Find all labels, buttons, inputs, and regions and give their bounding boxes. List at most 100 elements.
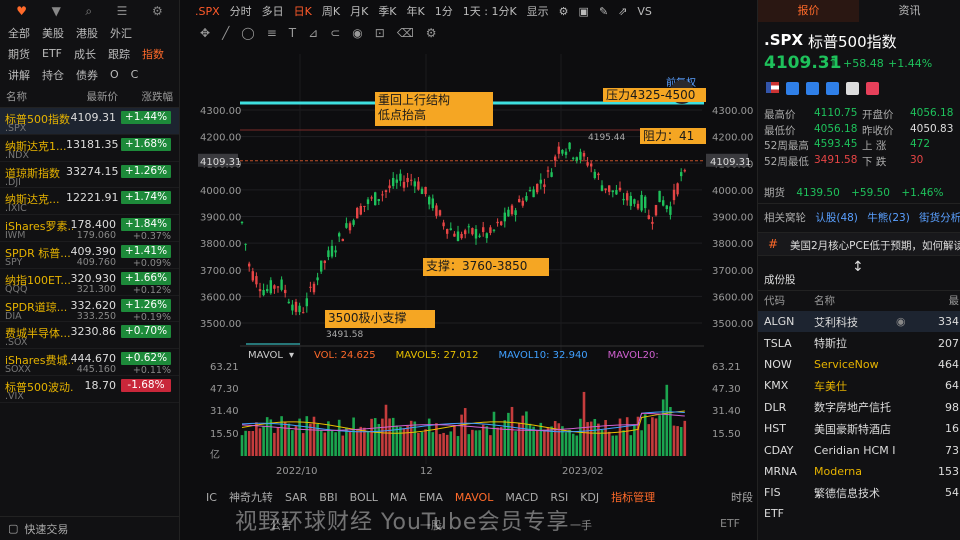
watchlist-row[interactable]: iShares罗素... IWM 178.400 +1.84% 179.060 +0.37… — [0, 215, 179, 242]
indicator-tab[interactable]: MAVOL — [449, 491, 499, 504]
cs-val-head[interactable]: 最 — [949, 293, 960, 308]
share-icon[interactable]: ⇗ — [613, 5, 632, 18]
watchlist-tab[interactable]: 期货 — [2, 43, 36, 65]
list-icon[interactable]: ☰ — [117, 4, 128, 18]
watchlist-tab[interactable]: O — [104, 65, 125, 84]
watchlist-row[interactable]: 纳斯达克1... .NDX 13181.35 +1.68% — [0, 135, 179, 162]
annotation-min-support[interactable]: 3500极小支撑 — [325, 310, 435, 328]
component-row[interactable]: NOW ServiceNow 464 — [758, 354, 960, 375]
indicator-tab[interactable]: 神奇九转 — [223, 489, 279, 505]
cs-code-head[interactable]: 代码 — [758, 293, 814, 308]
eye-icon[interactable]: ◉ — [352, 26, 362, 40]
watchlist-row[interactable]: 道琼斯指数 .DJI 33274.15 +1.26% — [0, 162, 179, 189]
component-row[interactable]: DLR 数字房地产信托 98 — [758, 397, 960, 418]
fib-tool-icon[interactable]: ≡ — [267, 26, 277, 40]
crosshair-icon[interactable]: ✥ — [200, 26, 210, 40]
related-cbbc-link[interactable]: 牛熊(23) — [867, 212, 910, 224]
search-icon[interactable]: ⌕ — [85, 4, 92, 19]
filter-icon[interactable]: ▼ — [52, 4, 61, 18]
watchlist-tab[interactable]: 持仓 — [36, 64, 70, 86]
watchlist-row[interactable]: SPDR 标普... SPY 409.390 +1.41% 409.760 +0.09% — [0, 242, 179, 269]
pencil-icon[interactable]: ✎ — [594, 5, 613, 18]
trash-icon[interactable]: ⌫ — [397, 26, 414, 40]
heart-icon[interactable]: ♥ — [16, 4, 27, 18]
watchlist-row[interactable]: iShares费城... SOXX 444.670 +0.62% 445.160 +0.1… — [0, 349, 179, 376]
lock-icon[interactable]: ⊡ — [375, 26, 385, 40]
futures-row[interactable]: 期货 4139.50 +59.50 +1.46% — [764, 185, 943, 200]
indicator-tab[interactable]: BOLL — [344, 491, 384, 504]
watchlist-row[interactable]: 标普500指数 .SPX 4109.31 +1.44% — [0, 108, 179, 135]
watchlist-tab[interactable]: ETF — [36, 44, 68, 63]
etf-row[interactable]: ETF — [758, 504, 960, 524]
watchlist-tab[interactable]: 指数 — [136, 43, 170, 65]
indicator-tab[interactable]: BBI — [313, 491, 343, 504]
component-row[interactable]: ALGN 艾利科技 ◉ 334 — [758, 311, 960, 333]
watchlist-row[interactable]: 纳斯达克... .IXIC 12221.91 +1.74% — [0, 188, 179, 216]
settings-icon[interactable]: ⚙ — [152, 4, 163, 18]
component-row[interactable]: FIS 繁德信息技术 54 — [758, 482, 960, 503]
component-row[interactable]: CDAY Ceridian HCM I 73 — [758, 439, 960, 460]
toolbar-item[interactable]: 年K — [402, 3, 430, 19]
camera-icon[interactable]: ▣ — [574, 5, 594, 18]
indicator-tab[interactable]: IC — [200, 491, 223, 504]
component-row[interactable]: MRNA Moderna 153 — [758, 461, 960, 482]
annotation-pressure[interactable]: 压力4325-4500 — [603, 88, 706, 102]
gear-icon[interactable]: ⚙ — [554, 5, 574, 18]
app-icon-1[interactable] — [786, 82, 799, 95]
volume-indicator-name[interactable]: MAVOL — [248, 350, 283, 361]
component-row[interactable]: TSLA 特斯拉 207 — [758, 332, 960, 353]
chevron-down-icon[interactable]: ▾ — [289, 350, 294, 361]
annotation-resistance[interactable]: 阻力：41 — [640, 128, 706, 144]
watchlist-tab[interactable]: 全部 — [2, 22, 36, 44]
related-street-link[interactable]: 街货分析 — [919, 212, 960, 224]
annotation-support[interactable]: 支撑：3760-3850 — [423, 258, 549, 276]
indicator-tab[interactable]: SAR — [279, 491, 313, 504]
shape-tool-icon[interactable]: ◯ — [241, 26, 254, 40]
col-name[interactable]: 名称 — [6, 89, 27, 104]
toolbar-item[interactable]: 1天 : 1分K — [458, 3, 522, 19]
related-warrants-link[interactable]: 认股(48) — [815, 212, 858, 224]
indicator-tab[interactable]: EMA — [413, 491, 449, 504]
quick-trade-label[interactable]: 快速交易 — [24, 521, 68, 537]
line-tool-icon[interactable]: ╱ — [222, 26, 229, 40]
watchlist-tab[interactable]: 外汇 — [104, 22, 138, 44]
favorite-icon[interactable] — [866, 82, 879, 95]
col-change[interactable]: 涨跌幅 — [142, 89, 174, 104]
indicator-tab[interactable]: MA — [384, 491, 413, 504]
toolbar-item[interactable]: 分时 — [225, 3, 257, 19]
cs-name-head[interactable]: 名称 — [814, 293, 914, 308]
toolbar-item[interactable]: 日K — [289, 3, 317, 19]
eye-icon[interactable]: ◉ — [896, 315, 906, 328]
settings-icon[interactable]: ⚙ — [426, 26, 437, 40]
news-banner[interactable]: # 美国2月核心PCE低于预期，如何解读 — [758, 232, 960, 256]
ruler-icon[interactable]: ⊿ — [308, 26, 318, 40]
text-tool-icon[interactable]: T — [289, 26, 296, 40]
toolbar-item[interactable]: .SPX — [190, 5, 225, 18]
app-icon-2[interactable] — [806, 82, 819, 95]
toolbar-item[interactable]: 季K — [373, 3, 401, 19]
app-icon-3[interactable] — [826, 82, 839, 95]
vs-button[interactable]: VS — [632, 5, 657, 18]
status-item[interactable]: ETF — [720, 517, 740, 533]
toolbar-item[interactable]: 周K — [317, 3, 345, 19]
indicator-tab[interactable]: RSI — [544, 491, 574, 504]
indicator-tab[interactable]: MACD — [499, 491, 544, 504]
toolbar-item[interactable]: 多日 — [257, 3, 289, 19]
tab-news[interactable]: 资讯 — [859, 0, 960, 22]
watchlist-tab[interactable]: 成长 — [68, 43, 102, 65]
toolbar-item[interactable]: 1分 — [430, 3, 458, 19]
news-text[interactable]: 美国2月核心PCE低于预期，如何解读 — [790, 238, 960, 253]
col-price[interactable]: 最新价 — [87, 89, 119, 104]
watchlist-row[interactable]: SPDR道琼... DIA 332.620 +1.26% 333.250 +0.19% — [0, 296, 179, 323]
watchlist-tab[interactable]: 讲解 — [2, 64, 36, 86]
toolbar-item[interactable]: 显示 — [522, 3, 554, 19]
watchlist-tab[interactable]: 跟踪 — [102, 43, 136, 65]
period-button[interactable]: 时段 — [731, 489, 753, 505]
watchlist-row[interactable]: 费城半导体... .SOX 3230.86 +0.70% — [0, 322, 179, 350]
tab-quote[interactable]: 报价 — [758, 0, 859, 22]
resize-icon[interactable]: ↕ — [852, 259, 864, 275]
watchlist-tab[interactable]: C — [125, 65, 145, 84]
watchlist-row[interactable]: 纳指100ET... QQQ 320.930 +1.66% 321.300 +0.12% — [0, 269, 179, 296]
component-row[interactable]: KMX 车美仕 64 — [758, 375, 960, 396]
toolbar-item[interactable]: 月K — [345, 3, 373, 19]
